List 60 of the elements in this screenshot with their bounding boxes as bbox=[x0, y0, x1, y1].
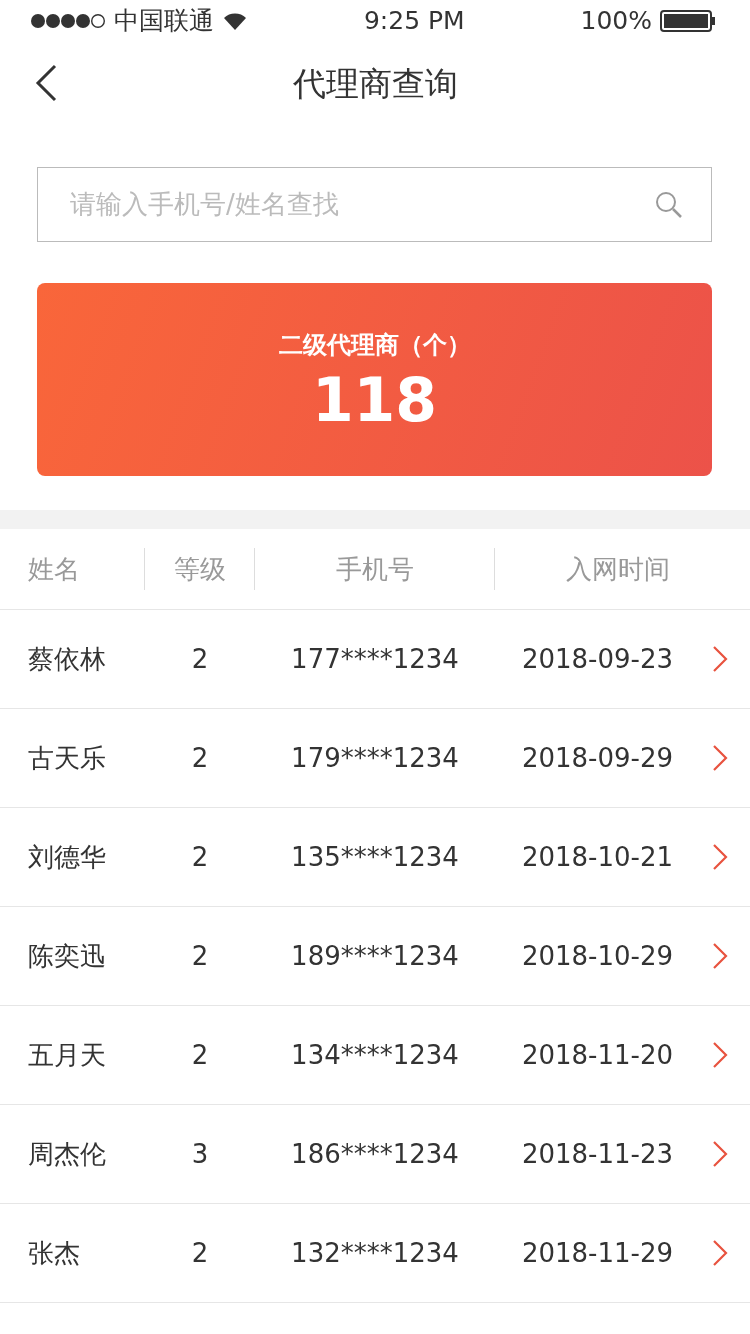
agent-row[interactable]: 陈奕迅 2 189****1234 2018-10-29 bbox=[0, 907, 750, 1006]
join-date: 2018-10-29 bbox=[521, 940, 674, 971]
agent-phone: 132****1234 bbox=[291, 1237, 459, 1268]
column-header: 等级 bbox=[173, 552, 226, 586]
join-date: 2018-09-23 bbox=[521, 643, 674, 674]
agent-row[interactable]: 蔡依林 2 177****1234 2018-09-23 bbox=[0, 610, 750, 709]
signal-icon bbox=[30, 13, 106, 29]
join-date: 2018-10-21 bbox=[521, 841, 674, 872]
agent-name: 蔡依林 bbox=[28, 643, 106, 674]
chevron-icon bbox=[712, 1239, 728, 1267]
agent-level: 2 bbox=[191, 1039, 209, 1070]
agent-row[interactable]: 周杰伦 3 186****1234 2018-11-23 bbox=[0, 1105, 750, 1204]
summary-label: 二级代理商（个） bbox=[278, 329, 471, 361]
carrier-name: 中国联通 bbox=[114, 5, 214, 38]
agent-row[interactable]: 古天乐 2 179****1234 2018-09-29 bbox=[0, 709, 750, 808]
join-date: 2018-11-20 bbox=[521, 1039, 674, 1070]
join-date: 2018-11-29 bbox=[521, 1237, 674, 1268]
battery-percent: 100% bbox=[580, 5, 652, 38]
agent-name: 刘德华 bbox=[28, 841, 106, 872]
agent-name: 古天乐 bbox=[28, 742, 106, 773]
chevron-icon bbox=[712, 942, 728, 970]
agent-phone: 189****1234 bbox=[291, 940, 459, 971]
agent-row[interactable]: 五月天 2 134****1234 2018-11-20 bbox=[0, 1006, 750, 1105]
agent-name: 陈奕迅 bbox=[28, 940, 106, 971]
chevron-icon bbox=[712, 645, 728, 673]
agent-level: 3 bbox=[191, 1138, 209, 1169]
column-header: 入网时间 bbox=[565, 552, 670, 586]
status-time: 9:25 PM bbox=[363, 5, 465, 38]
chevron-icon bbox=[712, 1041, 728, 1069]
join-date: 2018-11-23 bbox=[521, 1138, 674, 1169]
chevron-icon bbox=[712, 843, 728, 871]
agent-phone: 134****1234 bbox=[291, 1039, 459, 1070]
agent-level: 2 bbox=[191, 841, 209, 872]
join-date: 2018-09-29 bbox=[521, 742, 674, 773]
back-icon bbox=[34, 64, 58, 102]
agent-phone: 135****1234 bbox=[291, 841, 459, 872]
agent-name: 周杰伦 bbox=[28, 1138, 106, 1169]
search-input[interactable]: 请输入手机号/姓名查找 bbox=[68, 184, 655, 225]
summary-count: 118 bbox=[311, 366, 438, 433]
chevron-icon bbox=[712, 1140, 728, 1168]
wifi-icon bbox=[222, 11, 248, 31]
chevron-icon bbox=[712, 744, 728, 772]
battery-icon bbox=[660, 10, 716, 32]
agent-level: 2 bbox=[191, 742, 209, 773]
agent-row[interactable]: 刘德华 2 135****1234 2018-10-21 bbox=[0, 808, 750, 907]
agent-name: 张杰 bbox=[28, 1237, 80, 1268]
agent-phone: 179****1234 bbox=[291, 742, 459, 773]
agent-level: 2 bbox=[191, 1237, 209, 1268]
agent-phone: 186****1234 bbox=[291, 1138, 459, 1169]
agent-level: 2 bbox=[191, 940, 209, 971]
agent-name: 五月天 bbox=[28, 1039, 106, 1070]
search-field[interactable]: 请输入手机号/姓名查找 bbox=[37, 167, 712, 242]
back-button[interactable] bbox=[34, 64, 58, 102]
column-header: 姓名 bbox=[28, 552, 80, 586]
agent-phone: 177****1234 bbox=[291, 643, 459, 674]
search-icon[interactable] bbox=[655, 190, 683, 219]
agent-level: 2 bbox=[191, 643, 209, 674]
page-title: 代理商查询 bbox=[292, 63, 458, 106]
agent-row[interactable]: 张杰 2 132****1234 2018-11-29 bbox=[0, 1204, 750, 1303]
column-header: 手机号 bbox=[335, 552, 414, 586]
